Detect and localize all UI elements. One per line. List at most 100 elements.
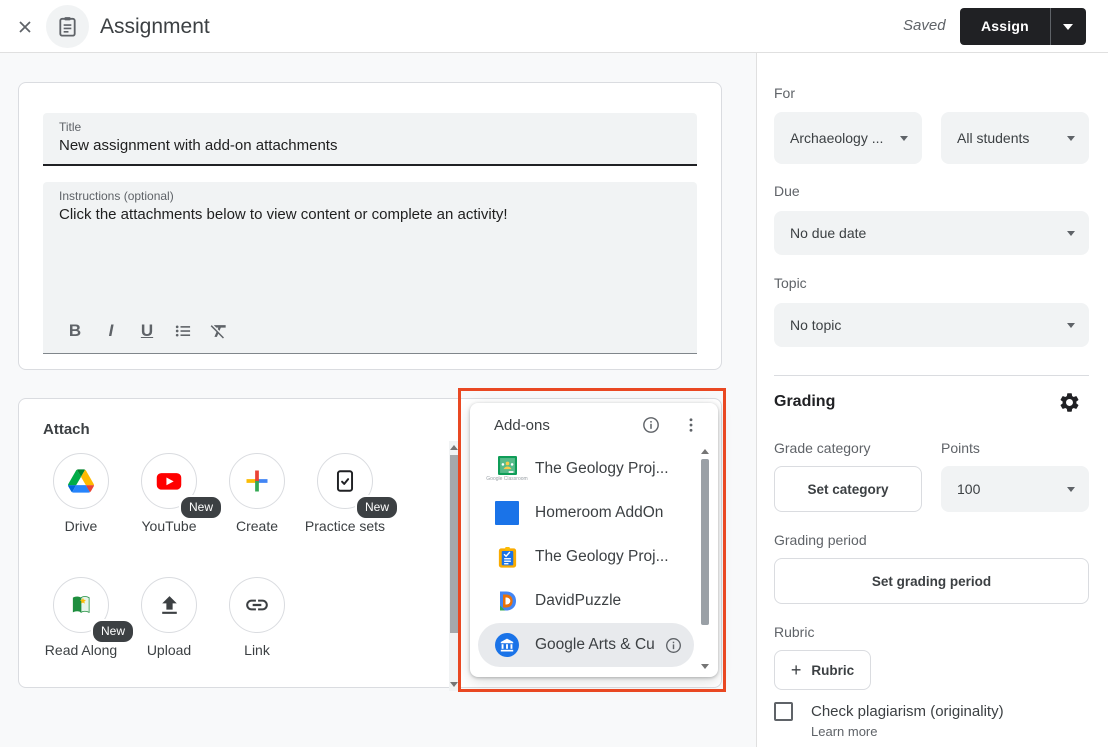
chevron-down-icon: [1067, 136, 1075, 141]
scrollbar-thumb[interactable]: [450, 455, 459, 633]
addons-info-button[interactable]: [638, 412, 664, 438]
attach-label: Create: [213, 516, 301, 536]
addon-caption: Google Classroom: [486, 476, 527, 482]
attach-option-drive[interactable]: Drive: [37, 453, 125, 536]
students-select[interactable]: All students: [941, 112, 1089, 164]
scroll-up-icon[interactable]: [701, 449, 709, 454]
instructions-field[interactable]: Instructions (optional) Click the attach…: [43, 182, 697, 354]
grading-heading: Grading: [774, 393, 835, 411]
attach-option-youtube[interactable]: YouTube New: [125, 453, 213, 536]
students-select-value: All students: [957, 130, 1029, 146]
attach-option-read-along[interactable]: Read Along New: [37, 577, 125, 660]
class-select-value: Archaeology ...: [790, 130, 883, 146]
scroll-down-icon[interactable]: [450, 682, 458, 687]
grading-settings-button[interactable]: [1056, 389, 1082, 415]
read-along-icon: [68, 592, 94, 618]
attach-option-create[interactable]: Create: [213, 453, 301, 536]
underline-button[interactable]: U: [129, 316, 165, 346]
addon-item-geology-project-1[interactable]: Google Classroom The Geology Proj...: [478, 447, 694, 491]
blue-square-icon: [495, 501, 519, 525]
bulleted-list-button[interactable]: [165, 316, 201, 346]
addon-label: Google Arts & Cu: [535, 636, 660, 654]
scroll-up-icon[interactable]: [450, 445, 458, 450]
rubric-label: Rubric: [774, 624, 814, 640]
info-icon: [641, 415, 661, 435]
due-label: Due: [774, 183, 800, 199]
points-value: 100: [957, 481, 980, 497]
addons-popup: Add-ons: [470, 403, 718, 677]
plagiarism-label: Check plagiarism (originality): [811, 703, 1004, 720]
addon-info-button[interactable]: [660, 632, 686, 658]
add-rubric-button[interactable]: + Rubric: [774, 650, 871, 690]
assignment-editor: Assignment Saved Assign Title New assign…: [0, 0, 1108, 747]
clear-formatting-button[interactable]: [201, 316, 237, 346]
title-field[interactable]: Title New assignment with add-on attachm…: [43, 113, 697, 166]
addon-label: Homeroom AddOn: [535, 504, 694, 522]
attach-heading: Attach: [43, 421, 90, 438]
plus-icon: +: [791, 660, 802, 681]
chevron-down-icon: [900, 136, 908, 141]
addon-label: The Geology Proj...: [535, 460, 694, 478]
youtube-icon: [155, 467, 183, 495]
assign-dropdown-button[interactable]: [1051, 8, 1086, 45]
addon-item-homeroom-addon[interactable]: Homeroom AddOn: [478, 491, 694, 535]
assign-button[interactable]: Assign: [960, 8, 1051, 45]
points-select[interactable]: 100: [941, 466, 1089, 512]
grade-category-label: Grade category: [774, 440, 871, 456]
google-drive-icon: [68, 469, 94, 493]
addons-list-scrollbar[interactable]: [700, 447, 710, 671]
topic-value: No topic: [790, 317, 841, 333]
topic-label: Topic: [774, 275, 807, 291]
points-label: Points: [941, 440, 980, 456]
topic-select[interactable]: No topic: [774, 303, 1089, 347]
due-date-value: No due date: [790, 225, 866, 241]
attach-label: Link: [213, 640, 301, 660]
new-badge: New: [355, 495, 399, 520]
italic-button[interactable]: I: [93, 316, 129, 346]
clipboard-app-icon: [496, 546, 519, 569]
attach-option-upload[interactable]: Upload: [125, 577, 213, 660]
link-icon: [244, 592, 270, 618]
scroll-down-icon[interactable]: [701, 664, 709, 669]
clear-formatting-icon: [209, 321, 229, 341]
addons-overflow-menu-button[interactable]: [678, 412, 704, 438]
learn-more-link[interactable]: Learn more: [811, 724, 877, 739]
assignment-type-icon: [46, 5, 89, 48]
addons-header: Add-ons: [470, 403, 718, 447]
grading-period-label: Grading period: [774, 532, 867, 548]
text-format-toolbar: B I U: [57, 316, 237, 346]
info-icon: [664, 636, 683, 655]
addon-item-geology-project-2[interactable]: The Geology Proj...: [478, 535, 694, 579]
practice-sets-icon: [332, 468, 358, 494]
class-select[interactable]: Archaeology ...: [774, 112, 922, 164]
google-classroom-icon: [498, 456, 517, 475]
attach-label: Drive: [37, 516, 125, 536]
attach-panel-scrollbar[interactable]: [449, 441, 461, 691]
arts-and-culture-icon: [495, 633, 519, 657]
set-category-button[interactable]: Set category: [774, 466, 922, 512]
addon-item-google-arts-culture[interactable]: Google Arts & Cu: [478, 623, 694, 667]
bulleted-list-icon: [173, 321, 193, 341]
bold-button[interactable]: B: [57, 316, 93, 346]
title-field-value[interactable]: New assignment with add-on attachments: [59, 137, 337, 154]
instructions-field-label: Instructions (optional): [59, 189, 174, 203]
plagiarism-checkbox[interactable]: [774, 702, 793, 721]
title-field-label: Title: [59, 120, 81, 134]
instructions-field-value[interactable]: Click the attachments below to view cont…: [59, 206, 508, 223]
chevron-down-icon: [1067, 231, 1075, 236]
gear-icon: [1058, 391, 1081, 414]
attach-option-practice-sets[interactable]: Practice sets New: [301, 453, 389, 536]
due-date-select[interactable]: No due date: [774, 211, 1089, 255]
addon-item-davidpuzzle[interactable]: DavidPuzzle: [478, 579, 694, 623]
chevron-down-icon: [1063, 24, 1073, 30]
settings-sidebar: For Archaeology ... All students Due No …: [756, 53, 1108, 747]
set-grading-period-button[interactable]: Set grading period: [774, 558, 1089, 604]
addon-label: DavidPuzzle: [535, 592, 694, 610]
scrollbar-thumb[interactable]: [701, 459, 709, 625]
divider: [774, 375, 1089, 376]
top-bar: Assignment Saved Assign: [0, 0, 1108, 53]
save-status: Saved: [903, 17, 946, 34]
close-icon[interactable]: [12, 14, 38, 40]
page-title: Assignment: [100, 0, 210, 53]
attach-option-link[interactable]: Link: [213, 577, 301, 660]
